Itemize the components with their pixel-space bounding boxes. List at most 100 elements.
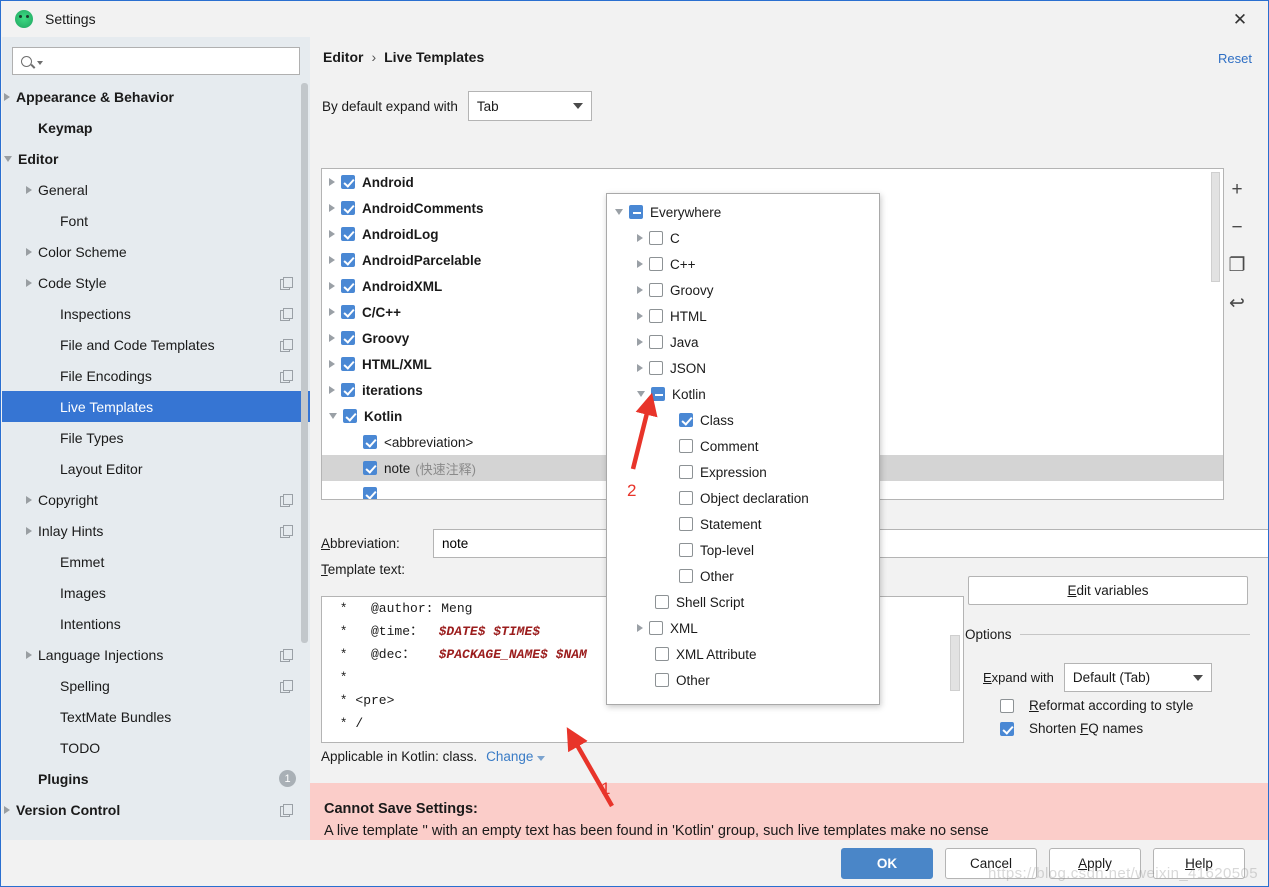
chevron-right-icon[interactable]	[26, 185, 32, 194]
chevron-right-icon[interactable]	[26, 278, 32, 287]
context-popup-row[interactable]: C++	[607, 251, 879, 277]
chevron-right-icon[interactable]	[4, 805, 10, 814]
sidebar-item-color-scheme[interactable]: Color Scheme	[2, 236, 310, 267]
close-icon[interactable]: ✕	[1220, 3, 1260, 35]
chevron-right-icon[interactable]	[26, 650, 32, 659]
sidebar-item-appearance-behavior[interactable]: Appearance & Behavior	[2, 81, 310, 112]
sidebar-item-textmate-bundles[interactable]: TextMate Bundles	[2, 701, 310, 732]
template-checkbox[interactable]	[341, 253, 355, 267]
template-tree-row[interactable]: Android	[322, 169, 1223, 195]
chevron-right-icon[interactable]	[637, 312, 643, 320]
remove-icon[interactable]: −	[1226, 216, 1248, 238]
context-checkbox[interactable]	[679, 439, 693, 453]
chevron-right-icon[interactable]	[637, 260, 643, 268]
context-popup-row[interactable]: Other	[607, 563, 879, 589]
sidebar-item-inspections[interactable]: Inspections	[2, 298, 310, 329]
sidebar-item-spelling[interactable]: Spelling	[2, 670, 310, 701]
context-popup-row[interactable]: Other	[607, 667, 879, 693]
context-checkbox[interactable]	[649, 231, 663, 245]
context-popup-row[interactable]: Class	[607, 407, 879, 433]
sidebar-item-intentions[interactable]: Intentions	[2, 608, 310, 639]
edit-variables-button[interactable]: Edit variables	[968, 576, 1248, 605]
chevron-down-icon[interactable]	[329, 413, 337, 419]
context-selection-popup[interactable]: Everywhere C C++ Groovy HTML Java JSON Kotlin Cl…	[606, 193, 880, 705]
context-checkbox[interactable]	[649, 309, 663, 323]
chevron-right-icon[interactable]	[329, 256, 335, 264]
ok-button[interactable]: OK	[841, 848, 933, 879]
template-checkbox[interactable]	[341, 383, 355, 397]
change-context-link[interactable]: Change	[486, 749, 546, 764]
context-popup-row[interactable]: HTML	[607, 303, 879, 329]
template-checkbox[interactable]	[341, 227, 355, 241]
sidebar-scrollbar[interactable]	[301, 83, 308, 643]
context-checkbox[interactable]	[649, 361, 663, 375]
sidebar-item-images[interactable]: Images	[2, 577, 310, 608]
chevron-right-icon[interactable]	[637, 624, 643, 632]
template-checkbox[interactable]	[341, 305, 355, 319]
chevron-right-icon[interactable]	[329, 178, 335, 186]
context-checkbox[interactable]	[649, 257, 663, 271]
default-expand-select[interactable]: Tab	[467, 91, 592, 121]
sidebar-item-keymap[interactable]: Keymap	[2, 112, 310, 143]
chevron-right-icon[interactable]	[329, 334, 335, 342]
chevron-down-icon[interactable]	[615, 209, 623, 215]
context-checkbox[interactable]	[655, 673, 669, 687]
chevron-right-icon[interactable]	[329, 386, 335, 394]
context-popup-row[interactable]: Kotlin	[607, 381, 879, 407]
chevron-right-icon[interactable]	[26, 247, 32, 256]
reformat-checkbox[interactable]	[1000, 698, 1014, 713]
chevron-right-icon[interactable]	[26, 495, 32, 504]
sidebar-item-editor[interactable]: Editor	[2, 143, 310, 174]
sidebar-item-general[interactable]: General	[2, 174, 310, 205]
sidebar-item-layout-editor[interactable]: Layout Editor	[2, 453, 310, 484]
chevron-right-icon[interactable]	[329, 308, 335, 316]
template-checkbox[interactable]	[341, 175, 355, 189]
expand-with-select[interactable]: Default (Tab)	[1063, 663, 1212, 692]
reformat-checkbox-row[interactable]: Reformat according to style	[1000, 698, 1193, 713]
context-popup-row[interactable]: Expression	[607, 459, 879, 485]
sidebar-item-font[interactable]: Font	[2, 205, 310, 236]
add-icon[interactable]: +	[1226, 178, 1248, 200]
chevron-right-icon[interactable]	[637, 234, 643, 242]
context-popup-row[interactable]: Groovy	[607, 277, 879, 303]
shorten-fq-checkbox[interactable]	[1000, 721, 1014, 736]
template-checkbox[interactable]	[341, 279, 355, 293]
template-checkbox[interactable]	[363, 435, 377, 449]
context-popup-row[interactable]: JSON	[607, 355, 879, 381]
context-popup-row[interactable]: Object declaration	[607, 485, 879, 511]
sidebar-item-version-control[interactable]: Version Control	[2, 794, 310, 821]
template-checkbox[interactable]	[363, 487, 377, 499]
context-checkbox[interactable]	[649, 283, 663, 297]
context-checkbox[interactable]	[629, 205, 643, 219]
context-checkbox[interactable]	[679, 413, 693, 427]
chevron-right-icon[interactable]	[329, 204, 335, 212]
chevron-right-icon[interactable]	[329, 282, 335, 290]
context-checkbox[interactable]	[679, 465, 693, 479]
revert-icon[interactable]: ↩	[1226, 292, 1248, 314]
reset-link[interactable]: Reset	[1218, 51, 1252, 66]
search-input[interactable]	[47, 52, 293, 70]
template-text-scrollbar[interactable]	[950, 635, 960, 691]
chevron-right-icon[interactable]	[637, 286, 643, 294]
search-box[interactable]	[12, 47, 300, 75]
sidebar-item-copyright[interactable]: Copyright	[2, 484, 310, 515]
context-checkbox[interactable]	[679, 517, 693, 531]
context-popup-row[interactable]: Everywhere	[607, 199, 879, 225]
sidebar-item-plugins[interactable]: Plugins 1	[2, 763, 310, 794]
sidebar-item-language-injections[interactable]: Language Injections	[2, 639, 310, 670]
context-popup-row[interactable]: Statement	[607, 511, 879, 537]
context-checkbox[interactable]	[655, 595, 669, 609]
context-popup-row[interactable]: Top-level	[607, 537, 879, 563]
template-checkbox[interactable]	[363, 461, 377, 475]
sidebar-item-inlay-hints[interactable]: Inlay Hints	[2, 515, 310, 546]
chevron-right-icon[interactable]	[637, 338, 643, 346]
sidebar-item-file-encodings[interactable]: File Encodings	[2, 360, 310, 391]
context-checkbox[interactable]	[679, 569, 693, 583]
template-checkbox[interactable]	[341, 357, 355, 371]
context-popup-row[interactable]: Java	[607, 329, 879, 355]
sidebar-item-file-types[interactable]: File Types	[2, 422, 310, 453]
context-checkbox[interactable]	[679, 491, 693, 505]
context-checkbox[interactable]	[651, 387, 665, 401]
chevron-right-icon[interactable]	[637, 364, 643, 372]
sidebar-item-emmet[interactable]: Emmet	[2, 546, 310, 577]
